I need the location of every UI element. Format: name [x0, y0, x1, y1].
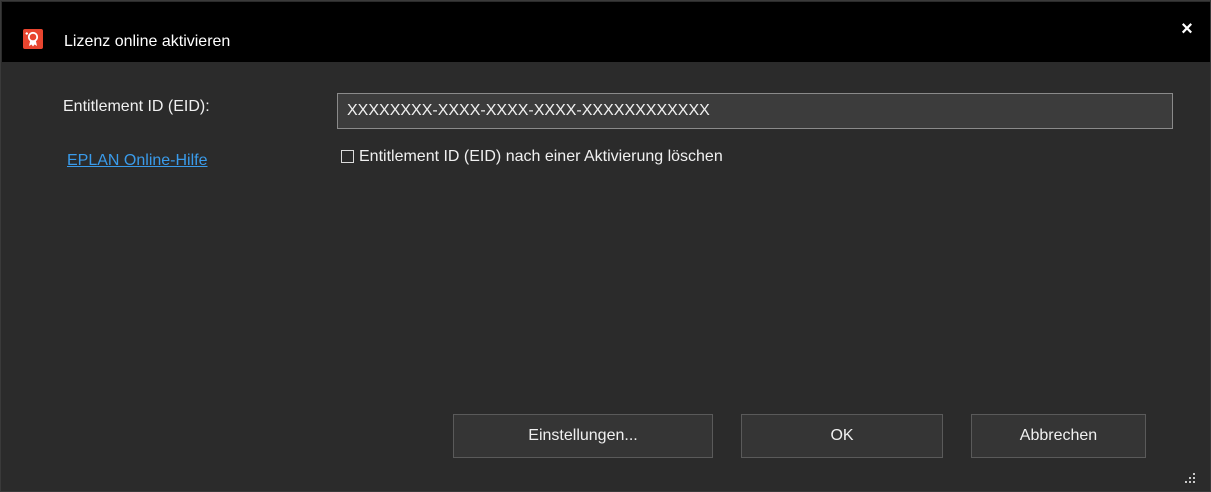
resize-grip-icon[interactable]	[1185, 473, 1197, 483]
delete-eid-checkbox[interactable]	[341, 150, 354, 163]
online-help-link[interactable]: EPLAN Online-Hilfe	[67, 152, 208, 170]
window-title: Lizenz online aktivieren	[64, 33, 231, 50]
close-button[interactable]: ×	[1172, 14, 1202, 44]
settings-button[interactable]: Einstellungen...	[453, 414, 713, 458]
cancel-button[interactable]: Abbrechen	[971, 414, 1146, 458]
license-activation-dialog: Lizenz online aktivieren × Entitlement I…	[0, 0, 1211, 492]
delete-eid-checkbox-label[interactable]: Entitlement ID (EID) nach einer Aktivier…	[359, 148, 723, 166]
eid-input[interactable]	[337, 93, 1173, 129]
title-bar[interactable]: Lizenz online aktivieren ×	[2, 2, 1210, 62]
eid-label: Entitlement ID (EID):	[63, 98, 210, 115]
ok-button[interactable]: OK	[741, 414, 943, 458]
license-badge-icon	[23, 29, 43, 49]
